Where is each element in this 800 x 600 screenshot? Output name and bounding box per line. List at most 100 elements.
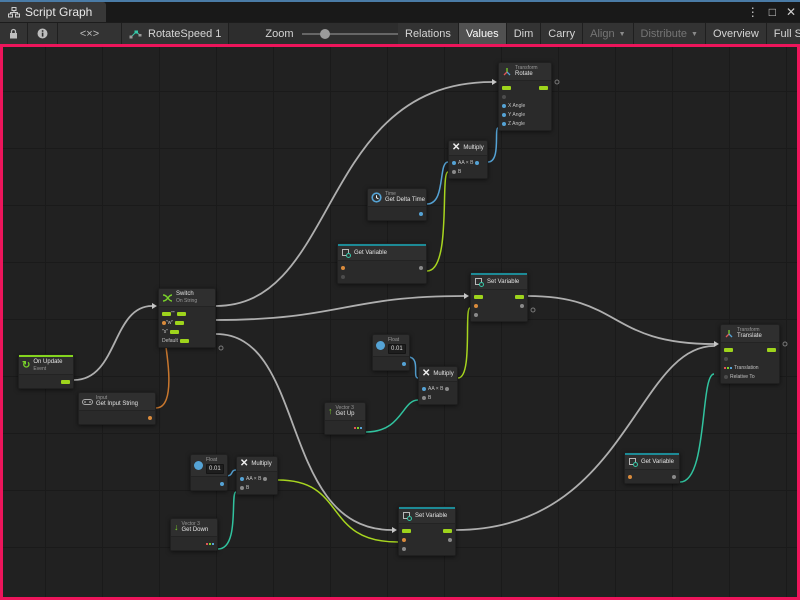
flow-in-port[interactable] [724,348,733,352]
case-out-port[interactable] [177,312,186,316]
wire-getvariable-to-translate [680,374,714,482]
node-switch[interactable]: Switch On String "" "w" "s" Default [158,288,216,348]
value-out-port[interactable] [419,266,423,270]
node-multiply-mid[interactable]: ✕ Multiply A A × B B [418,366,458,405]
vector3-out-port[interactable] [206,543,214,545]
node-get-variable[interactable]: Get Variable [337,243,427,284]
node-float-mid[interactable]: Float 0.01 [372,334,410,371]
flow-out-port[interactable] [767,348,776,352]
node-multiply-bottom[interactable]: ✕ Multiply A A × B B [236,456,278,495]
node-float-bottom[interactable]: Float 0.01 [190,454,228,491]
wire-getvariable-to-multiply-b [427,172,448,271]
zoom-label: Zoom [265,28,293,40]
name-in-port[interactable] [628,475,632,479]
node-get-variable-right[interactable]: Get Variable [624,452,680,484]
flow-in-port[interactable] [502,86,511,90]
info-button[interactable] [28,23,58,44]
target-in-port[interactable] [724,357,728,361]
distribute-dropdown[interactable]: Distribute▼ [634,23,706,45]
node-get-delta-time[interactable]: Time Get Delta Time [367,188,427,221]
value-out-port[interactable] [672,475,676,479]
flow-in-port[interactable] [162,312,171,316]
overview-button[interactable]: Overview [706,23,767,45]
value-out-port[interactable] [419,212,423,216]
float-icon [194,461,203,470]
product-out-port[interactable] [445,387,449,391]
port-stub [783,342,787,346]
transform-icon [724,329,734,339]
node-get-up[interactable]: ↑ Vector 3 Get Up [324,402,366,435]
flow-out-port[interactable] [443,529,452,533]
switch-branch-icon [162,293,173,303]
a-in-port[interactable] [452,161,456,165]
a-in-port[interactable] [422,387,426,391]
graph-node-icon [129,28,142,39]
variable-box-icon [474,277,484,287]
float-value-input[interactable]: 0.01 [388,344,406,354]
down-arrow-icon: ↓ [174,523,179,532]
relations-button[interactable]: Relations [398,23,459,45]
flow-out-port[interactable] [539,86,548,90]
b-in-port[interactable] [240,486,244,490]
default-out-port[interactable] [180,339,189,343]
x-angle-in-port[interactable] [502,104,506,108]
clock-icon [371,192,382,203]
carry-button[interactable]: Carry [541,23,583,45]
node-on-update[interactable]: ↻ On Update Event [18,354,74,389]
case-out-port[interactable] [170,330,179,334]
b-in-port[interactable] [422,396,426,400]
name-in-port[interactable] [474,304,478,308]
object-in-port[interactable] [341,275,345,279]
lock-button[interactable] [0,23,28,44]
a-in-port[interactable] [240,477,244,481]
node-get-down[interactable]: ↓ Vector 3 Get Down [170,518,218,551]
case-out-port[interactable] [175,321,184,325]
flow-out-port[interactable] [61,380,70,384]
tab-script-graph[interactable]: Script Graph [0,2,106,22]
translation-in-port[interactable] [724,367,732,369]
value-in-port[interactable] [474,313,478,317]
b-in-port[interactable] [452,170,456,174]
flow-in-port[interactable] [402,529,411,533]
maximize-icon[interactable]: □ [769,5,776,19]
name-in-port[interactable] [402,538,406,542]
value-out-port[interactable] [402,362,406,366]
string-out-port[interactable] [148,416,152,420]
wire-multiply-to-setvariable-bottom [278,480,398,542]
product-out-port[interactable] [263,477,267,481]
value-out-port[interactable] [520,304,524,308]
zoom-fit-button[interactable]: <×> [58,23,122,44]
name-in-port[interactable] [341,266,345,270]
product-out-port[interactable] [475,161,479,165]
target-in-port[interactable] [502,95,506,99]
node-set-variable-upper[interactable]: Set Variable [470,272,528,322]
info-icon [37,28,48,39]
node-set-variable-bottom[interactable]: Set Variable [398,506,456,556]
multiply-icon: ✕ [452,143,460,153]
window-menu-icon[interactable]: ⋮ [747,5,759,19]
graph-canvas[interactable]: ↻ On Update Event Input Get Input String [0,44,800,600]
relative-to-in-port[interactable] [724,375,728,379]
float-value-input[interactable]: 0.01 [206,464,224,474]
port-stub [531,308,535,312]
z-angle-in-port[interactable] [502,122,506,126]
close-icon[interactable]: ✕ [786,5,796,19]
vector3-out-port[interactable] [354,427,362,429]
align-dropdown[interactable]: Align▼ [583,23,633,45]
node-get-input-string[interactable]: Input Get Input String [78,392,156,425]
node-rotate[interactable]: Transform Rotate X Angle Y Angle Z Angle [498,62,552,131]
dim-button[interactable]: Dim [507,23,542,45]
graph-breadcrumb[interactable]: RotateSpeed 1 [122,23,229,44]
flow-in-port[interactable] [474,295,483,299]
node-translate[interactable]: Transform Translate Translation Relative… [720,324,780,384]
value-in-port[interactable] [402,547,406,551]
y-angle-in-port[interactable] [502,113,506,117]
node-multiply-top[interactable]: ✕ Multiply A A × B B [448,140,488,179]
value-out-port[interactable] [448,538,452,542]
zoom-slider-handle[interactable] [320,29,330,39]
zoom-slider[interactable] [302,33,402,35]
fullscreen-button[interactable]: Full Screen [767,23,800,45]
value-out-port[interactable] [220,482,224,486]
flow-out-port[interactable] [515,295,524,299]
values-button[interactable]: Values [459,23,507,45]
